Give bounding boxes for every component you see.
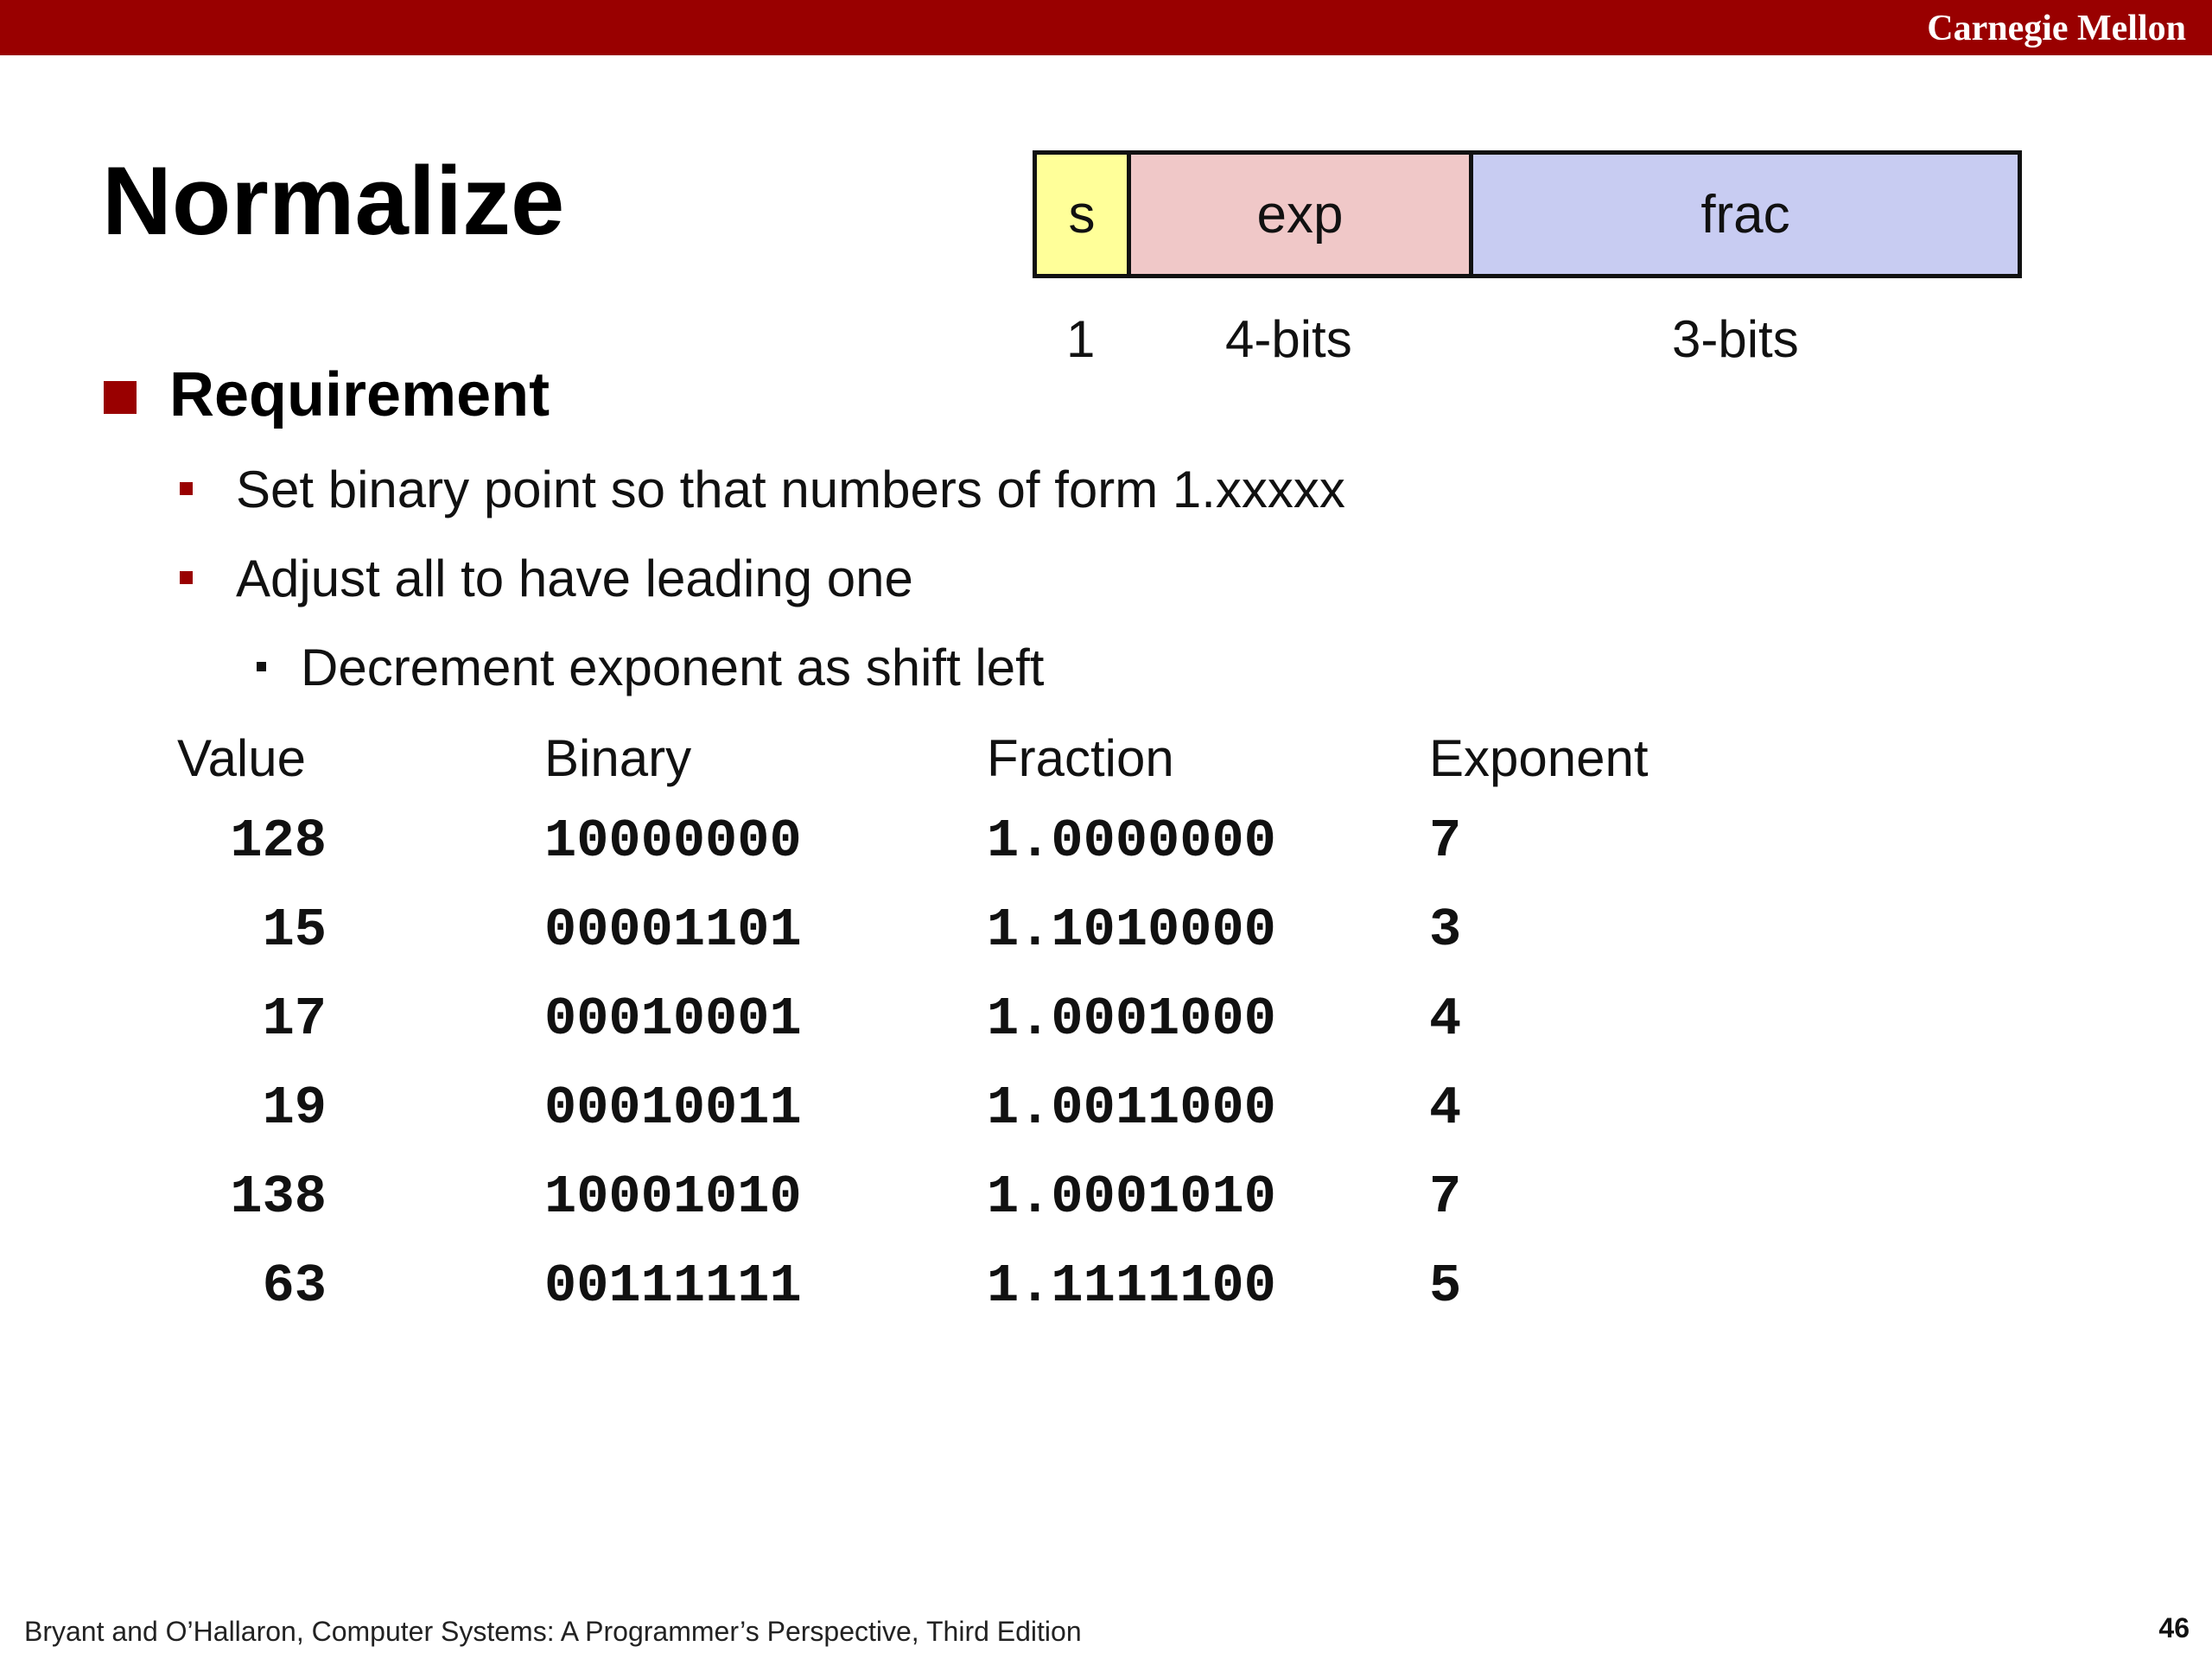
footer-citation: Bryant and O’Hallaron, Computer Systems:… (24, 1616, 1082, 1647)
header-exponent: Exponent (1429, 728, 1649, 787)
bullet-marker (257, 662, 266, 671)
cell-binary: 00111111 (544, 1255, 802, 1317)
bullet-marker (180, 482, 193, 495)
cell-binary: 00010001 (544, 988, 802, 1050)
cell-fraction: 1.0001010 (987, 1166, 1276, 1228)
frac-field: frac (1473, 155, 2018, 274)
cell-value: 128 (230, 810, 327, 872)
cell-value: 17 (262, 988, 327, 1050)
cell-binary: 10001010 (544, 1166, 802, 1228)
bullet-marker (180, 571, 193, 584)
sub-sub-bullet-decrement: Decrement exponent as shift left (257, 638, 1044, 698)
sign-field: s (1037, 155, 1131, 274)
bullet-text: Requirement (169, 360, 550, 429)
header-bar: Carnegie Mellon (0, 0, 2212, 55)
slide-title: Normalize (102, 147, 565, 255)
cell-fraction: 1.1111100 (987, 1255, 1276, 1317)
cell-value: 15 (262, 899, 327, 961)
bullet-marker (104, 381, 137, 414)
bullet-text: Decrement exponent as shift left (301, 639, 1045, 696)
table-row: 15 00001101 1.1010000 3 (177, 886, 1775, 975)
page-number: 46 (2158, 1612, 2190, 1643)
cell-binary: 00010011 (544, 1077, 802, 1139)
exp-field: exp (1131, 155, 1473, 274)
cell-fraction: 1.0001000 (987, 988, 1276, 1050)
cell-exponent: 4 (1429, 988, 1462, 1050)
float-format-diagram: s exp frac (1033, 150, 2022, 278)
header-value: Value (177, 728, 307, 787)
table-header-row: Value Binary Fraction Exponent (177, 719, 1775, 797)
sign-width-label: 1 (1066, 310, 1096, 368)
cell-value: 138 (230, 1166, 327, 1228)
table-row: 19 00010011 1.0011000 4 (177, 1064, 1775, 1153)
bullet-requirement: Requirement (104, 359, 550, 431)
table-row: 63 00111111 1.1111100 5 (177, 1242, 1775, 1331)
sub-bullet-binary-point: Set binary point so that numbers of form… (180, 460, 1345, 520)
cell-binary: 00001101 (544, 899, 802, 961)
cell-exponent: 7 (1429, 810, 1462, 872)
table-row: 138 10001010 1.0001010 7 (177, 1153, 1775, 1242)
frac-width-label: 3-bits (1672, 310, 1799, 368)
bullet-text: Adjust all to have leading one (236, 550, 913, 607)
cell-binary: 10000000 (544, 810, 802, 872)
cell-exponent: 3 (1429, 899, 1462, 961)
table-row: 17 00010001 1.0001000 4 (177, 975, 1775, 1064)
cell-exponent: 5 (1429, 1255, 1462, 1317)
header-binary: Binary (544, 728, 692, 787)
exp-width-label: 4-bits (1225, 310, 1352, 368)
cell-value: 63 (262, 1255, 327, 1317)
normalize-table: Value Binary Fraction Exponent 128 10000… (177, 719, 1775, 1331)
bullet-text: Set binary point so that numbers of form… (236, 461, 1345, 518)
cell-fraction: 1.0011000 (987, 1077, 1276, 1139)
sub-bullet-leading-one: Adjust all to have leading one (180, 549, 913, 609)
cell-fraction: 1.0000000 (987, 810, 1276, 872)
cell-value: 19 (262, 1077, 327, 1139)
cell-exponent: 7 (1429, 1166, 1462, 1228)
cell-fraction: 1.1010000 (987, 899, 1276, 961)
table-row: 128 10000000 1.0000000 7 (177, 797, 1775, 886)
cell-exponent: 4 (1429, 1077, 1462, 1139)
brand-label: Carnegie Mellon (1927, 9, 2186, 48)
header-fraction: Fraction (987, 728, 1174, 787)
